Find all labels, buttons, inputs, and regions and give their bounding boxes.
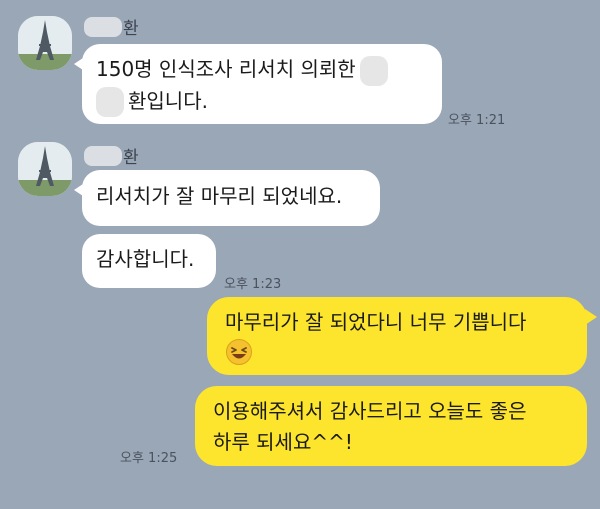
- message-line: 150명 인식조사 리서치 의뢰한: [96, 54, 426, 86]
- chat-view: 환 150명 인식조사 리서치 의뢰한 환입니다. 오후 1:21 환 리서치가…: [0, 0, 600, 509]
- message-bubble[interactable]: 150명 인식조사 리서치 의뢰한 환입니다.: [82, 44, 442, 124]
- message-line: 마무리가 잘 되었다니 너무 기쁩니다: [225, 310, 527, 334]
- message-time: 오후 1:25: [120, 451, 178, 466]
- message-time: 오후 1:23: [224, 277, 282, 292]
- message-line: [225, 338, 571, 375]
- message-bubble[interactable]: 감사합니다.: [82, 234, 216, 288]
- message-line: 환입니다.: [96, 86, 426, 117]
- blurred-name: [84, 146, 122, 166]
- message-line: 이용해주셔서 감사드리고 오늘도 좋은: [213, 399, 527, 423]
- sender-name: 환: [84, 143, 139, 168]
- redacted-text: [96, 87, 124, 117]
- message-time: 오후 1:21: [448, 113, 506, 128]
- eiffel-tower-icon: [18, 142, 72, 196]
- blurred-name: [84, 17, 122, 37]
- avatar[interactable]: [18, 142, 72, 196]
- bubble-tail: [585, 309, 597, 325]
- eiffel-tower-icon: [18, 16, 72, 70]
- redacted-text: [359, 55, 388, 86]
- message-bubble[interactable]: 마무리가 잘 되었다니 너무 기쁩니다: [207, 297, 587, 375]
- sender-name: 환: [84, 14, 139, 39]
- message-line: 하루 되세요^^!: [213, 430, 353, 454]
- message-bubble[interactable]: 리서치가 잘 마무리 되었네요.: [82, 170, 380, 226]
- laughing-emoji-icon: [225, 338, 253, 375]
- avatar[interactable]: [18, 16, 72, 70]
- message-bubble[interactable]: 이용해주셔서 감사드리고 오늘도 좋은 하루 되세요^^!: [195, 386, 587, 466]
